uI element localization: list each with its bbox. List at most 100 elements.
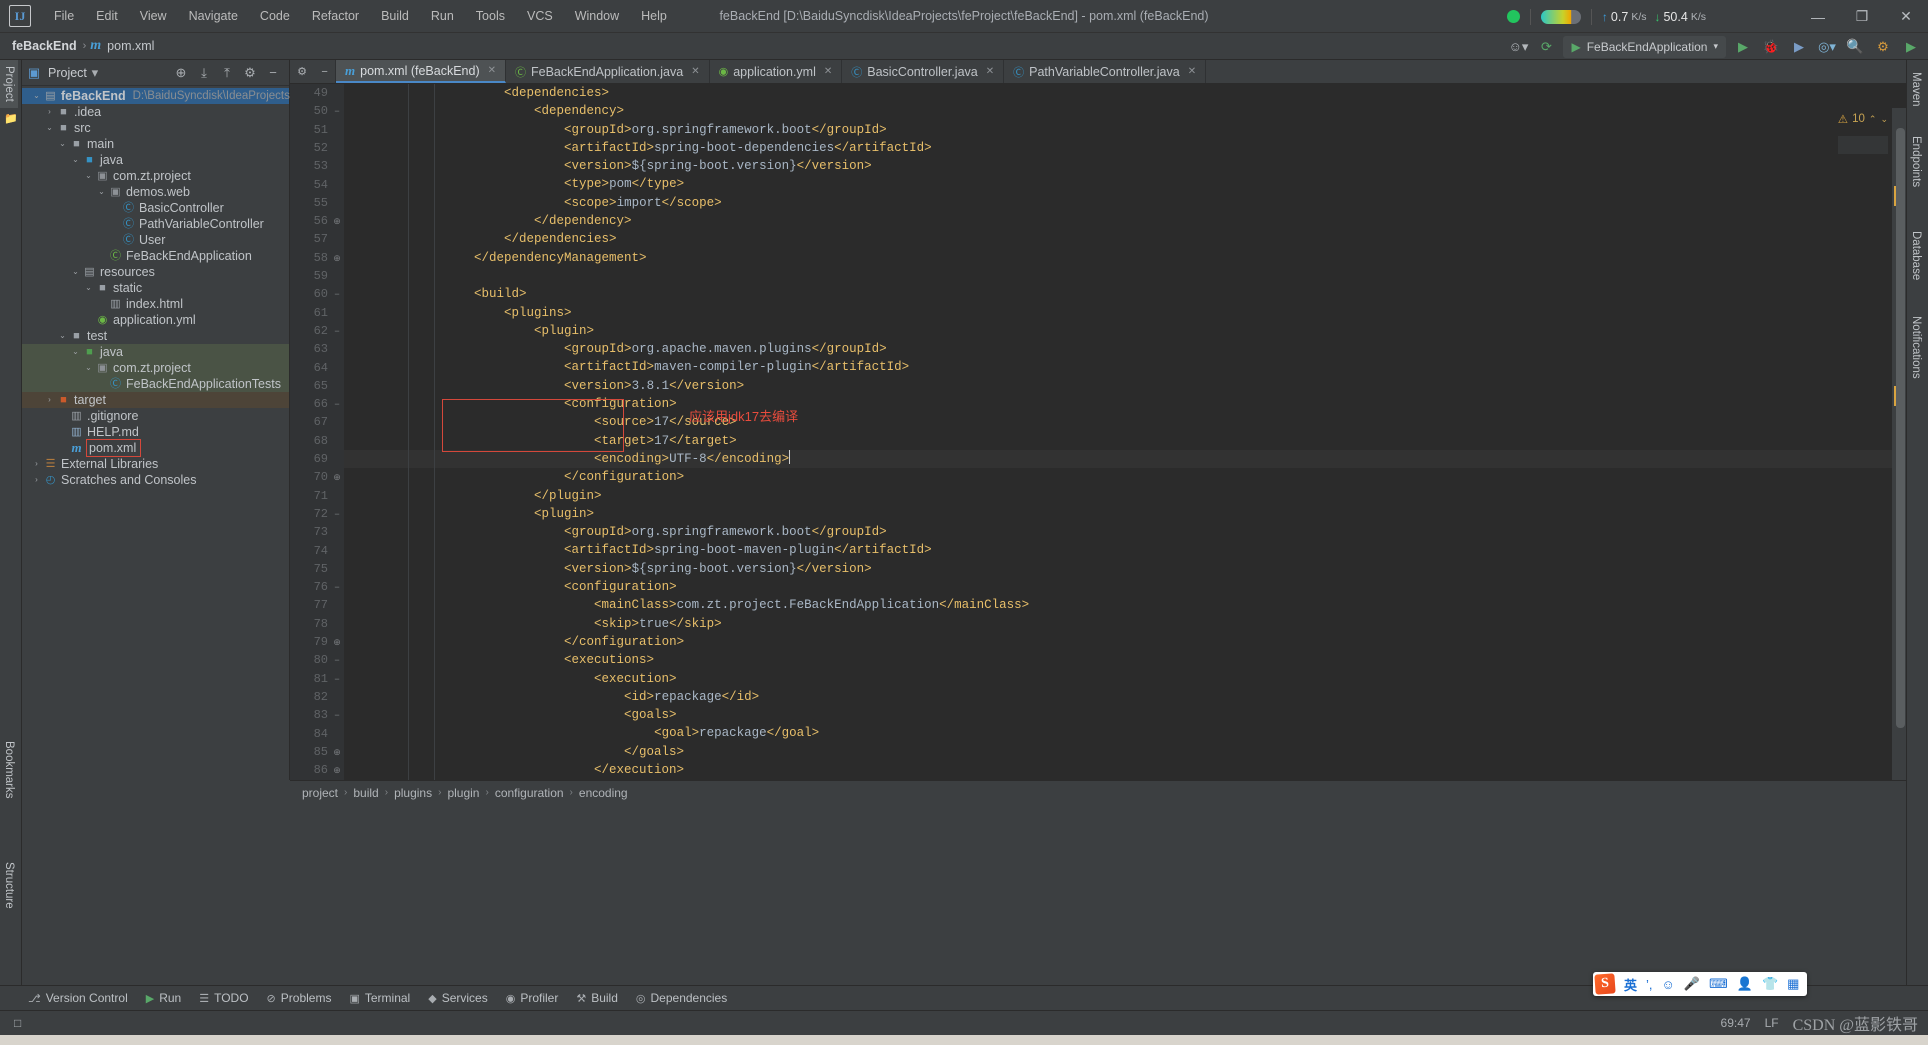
chevron-down-icon[interactable]: ⌄ [69, 264, 82, 280]
code-line[interactable] [344, 267, 1906, 285]
pin-icon[interactable]: ⚙ [297, 65, 307, 78]
keyboard-icon[interactable]: ⌨ [1709, 976, 1728, 992]
code-line[interactable]: <groupId>org.apache.maven.plugins</group… [344, 340, 1906, 358]
skin-icon[interactable]: 👕 [1762, 976, 1778, 992]
collapse-all-icon[interactable]: ⤒ [219, 65, 235, 81]
close-icon[interactable]: ✕ [691, 66, 699, 77]
tree-node-src[interactable]: ⌄ ■ src [22, 120, 289, 136]
status-icon[interactable]: □ [14, 1016, 21, 1030]
tool-window-run[interactable]: ▶ Run [146, 991, 181, 1005]
editor-tab-basiccontroller-java[interactable]: Ⓒ BasicController.java ✕ [842, 60, 1005, 83]
menu-code[interactable]: Code [249, 5, 301, 27]
code-line[interactable]: </plugin> [344, 487, 1906, 505]
locate-icon[interactable]: ⊕ [173, 65, 189, 81]
breadcrumb-encoding[interactable]: encoding [575, 786, 632, 800]
menu-tools[interactable]: Tools [465, 5, 516, 27]
editor-tab-pom-xml-febackend-[interactable]: m pom.xml (feBackEnd) ✕ [336, 60, 506, 83]
close-icon[interactable]: ✕ [824, 66, 832, 77]
tool-window-button-notifications[interactable]: Notifications [1907, 310, 1925, 385]
tree-node--idea[interactable]: › ■ .idea [22, 104, 289, 120]
settings-icon[interactable]: ⚙ [242, 65, 258, 81]
code-editor[interactable]: 49 50−51 52 53 54 55 56 ⊕ 57 58 ⊕ 59 60−61 62−63 64 65 6… [290, 84, 1906, 780]
tool-window-button-maven[interactable]: Maven [1907, 66, 1925, 113]
hide-icon[interactable]: − [265, 65, 281, 80]
tree-node-basiccontroller[interactable]: Ⓒ BasicController [22, 200, 289, 216]
tree-node-external-libraries[interactable]: › ☰ External Libraries [22, 456, 289, 472]
code-fold-toggle-icon[interactable]: − [332, 706, 342, 724]
code-fold-toggle-icon[interactable]: ⊕ [332, 212, 342, 230]
code-line[interactable]: </configuration> [344, 633, 1906, 651]
tree-node-java[interactable]: ⌄ ■ java [22, 152, 289, 168]
code-fold-toggle-icon[interactable]: − [332, 505, 342, 523]
minimize-button[interactable]: — [1796, 0, 1840, 33]
menu-build[interactable]: Build [370, 5, 420, 27]
code-line[interactable]: <version>3.8.1</version> [344, 377, 1906, 395]
sogou-logo-icon[interactable]: S [1594, 973, 1616, 995]
menu-file[interactable]: File [43, 5, 85, 27]
menu-window[interactable]: Window [564, 5, 630, 27]
breadcrumb-build[interactable]: build [349, 786, 382, 800]
editor-tab-febackendapplication-java[interactable]: Ⓒ FeBackEndApplication.java ✕ [506, 60, 710, 83]
code-line[interactable]: <version>${spring-boot.version}</version… [344, 560, 1906, 578]
code-fold-toggle-icon[interactable]: − [332, 578, 342, 596]
code-line[interactable]: <plugin> [344, 322, 1906, 340]
tool-window-button-database[interactable]: Database [1907, 225, 1925, 286]
code-line[interactable]: <groupId>org.springframework.boot</group… [344, 523, 1906, 541]
run-icon[interactable]: ▶ [1732, 36, 1754, 58]
breadcrumb-project[interactable]: feBackEnd [10, 39, 79, 53]
chevron-right-icon[interactable]: › [30, 456, 43, 472]
code-line[interactable]: <configuration> [344, 395, 1906, 413]
tree-node-febackendapplicationtests[interactable]: Ⓒ FeBackEndApplicationTests [22, 376, 289, 392]
tool-window-dependencies[interactable]: ◎ Dependencies [636, 991, 727, 1005]
chevron-down-icon[interactable]: ⌄ [30, 88, 43, 104]
code-line[interactable]: <artifactId>spring-boot-dependencies</ar… [344, 139, 1906, 157]
tree-node-index-html[interactable]: ▥ index.html [22, 296, 289, 312]
code-line[interactable]: <goal>repackage</goal> [344, 724, 1906, 742]
code-line[interactable]: <source>17</source> [344, 413, 1906, 431]
chevron-right-icon[interactable]: › [30, 472, 43, 488]
line-separator[interactable]: LF [1765, 1016, 1779, 1030]
code-fold-toggle-icon[interactable]: ⊕ [332, 249, 342, 267]
apps-icon[interactable]: ▦ [1787, 976, 1799, 992]
tree-node-application-yml[interactable]: ◉ application.yml [22, 312, 289, 328]
code-fold-toggle-icon[interactable]: − [332, 670, 342, 688]
code-line[interactable]: <artifactId>maven-compiler-plugin</artif… [344, 358, 1906, 376]
memory-gauge-icon[interactable] [1540, 9, 1581, 24]
punctuation-icon[interactable]: ’, [1646, 977, 1653, 992]
editor-gutter[interactable]: 49 50−51 52 53 54 55 56 ⊕ 57 58 ⊕ 59 60−61 62−63 64 65 6… [290, 84, 344, 780]
emoji-icon[interactable]: ☺ [1662, 977, 1675, 992]
profiler-icon[interactable]: ◎▾ [1816, 36, 1838, 58]
code-line[interactable]: <artifactId>spring-boot-maven-plugin</ar… [344, 541, 1906, 559]
tool-window-button-structure[interactable]: Structure [0, 856, 18, 915]
chevron-down-icon[interactable]: ⌄ [82, 360, 95, 376]
code-line[interactable]: <mainClass>com.zt.project.FeBackEndAppli… [344, 596, 1906, 614]
tree-node-febackendapplication[interactable]: Ⓒ FeBackEndApplication [22, 248, 289, 264]
menu-view[interactable]: View [129, 5, 178, 27]
tree-node-main[interactable]: ⌄ ■ main [22, 136, 289, 152]
breadcrumb-plugin[interactable]: plugin [443, 786, 483, 800]
user-icon[interactable]: ☺▾ [1507, 36, 1529, 58]
code-line[interactable]: <dependency> [344, 102, 1906, 120]
expand-all-icon[interactable]: ⤓ [196, 65, 212, 81]
tree-node-test[interactable]: ⌄ ■ test [22, 328, 289, 344]
tool-window-button-bookmarks[interactable]: Bookmarks [0, 735, 18, 805]
update-icon[interactable]: ⟳ [1535, 36, 1557, 58]
code-line[interactable]: <executions> [344, 651, 1906, 669]
code-line[interactable]: </dependency> [344, 212, 1906, 230]
tree-node-user[interactable]: Ⓒ User [22, 232, 289, 248]
code-line[interactable]: <plugins> [344, 304, 1906, 322]
close-icon[interactable]: ✕ [1188, 66, 1196, 77]
menu-help[interactable]: Help [630, 5, 678, 27]
debug-icon[interactable]: 🐞 [1760, 36, 1782, 58]
tool-window-terminal[interactable]: ▣ Terminal [349, 991, 410, 1005]
editor-inspection-scrollbar[interactable] [1892, 108, 1906, 780]
inspection-warning-indicator[interactable]: ⚠ 10 ⌃ ⌄ [1838, 112, 1888, 126]
menu-edit[interactable]: Edit [85, 5, 129, 27]
chevron-down-icon[interactable]: ⌄ [82, 168, 95, 184]
code-line[interactable]: <configuration> [344, 578, 1906, 596]
breadcrumb-file[interactable]: pom.xml [105, 39, 156, 53]
menu-vcs[interactable]: VCS [516, 5, 564, 27]
run-with-coverage-icon[interactable]: ▶ [1788, 36, 1810, 58]
chevron-down-icon[interactable]: ⌄ [95, 184, 108, 200]
code-line[interactable]: <encoding>UTF-8</encoding> [344, 449, 1906, 469]
